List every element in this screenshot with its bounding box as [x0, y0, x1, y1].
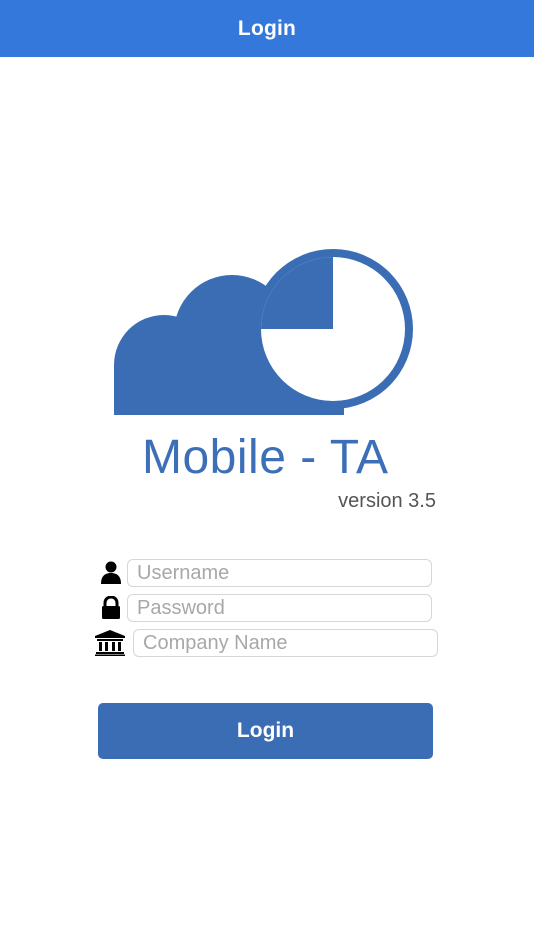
nav-bar: Login — [0, 0, 534, 57]
nav-title: Login — [237, 16, 297, 40]
login-button[interactable]: Login — [98, 703, 433, 759]
company-row — [94, 629, 438, 657]
username-row — [98, 559, 432, 587]
password-input[interactable] — [127, 594, 432, 622]
user-icon — [98, 559, 124, 587]
username-input[interactable] — [127, 559, 432, 587]
lock-icon — [98, 594, 124, 622]
bank-icon — [94, 629, 126, 657]
app-name: Mobile - TA — [142, 431, 389, 484]
company-name-input[interactable] — [133, 629, 438, 657]
cloud-clock-logo — [114, 249, 413, 415]
password-row — [98, 594, 432, 622]
version-label: version 3.5 — [338, 490, 436, 512]
